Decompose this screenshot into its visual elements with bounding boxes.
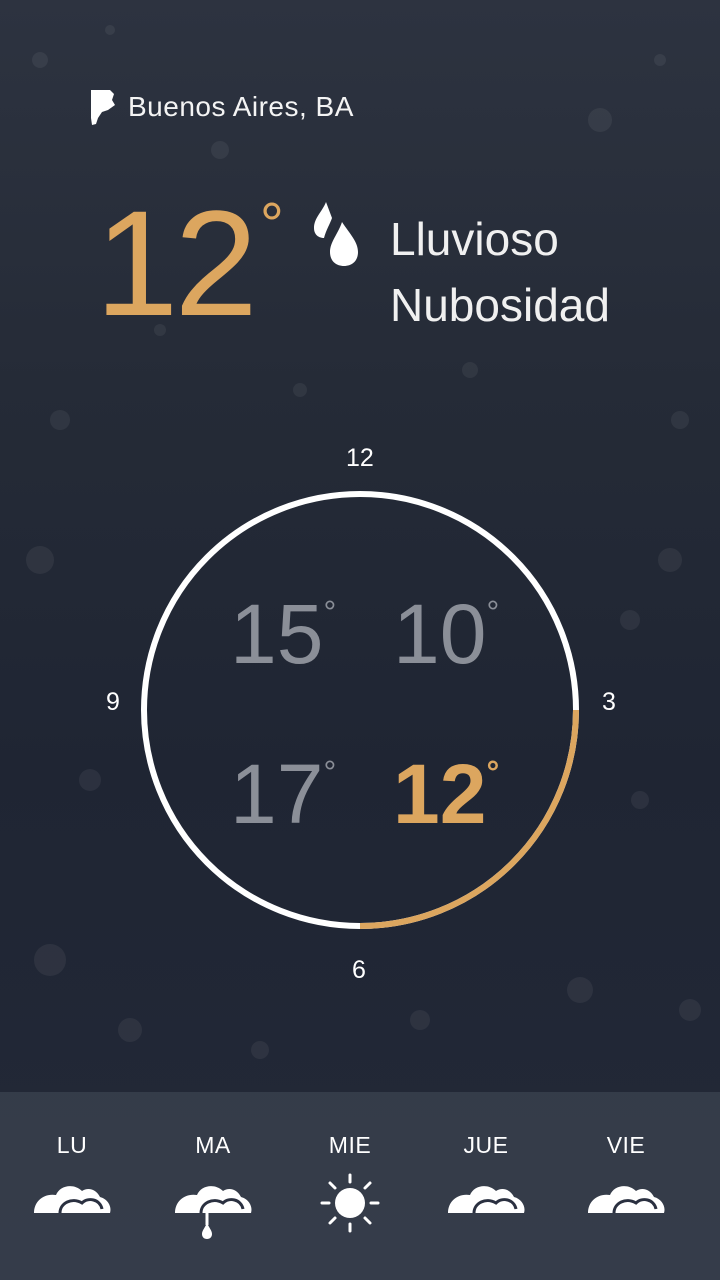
degree-symbol: ° xyxy=(259,191,284,258)
cloud-icon xyxy=(448,1186,525,1214)
clock-label-12: 12 xyxy=(346,444,374,472)
clock-label-9: 9 xyxy=(106,688,120,716)
clock-label-6: 6 xyxy=(352,956,366,984)
quadrant-temp-top-left: 15° xyxy=(230,587,337,681)
forecast-day-ma[interactable]: MA xyxy=(153,1132,273,1239)
quadrant-temp-top-right: 10° xyxy=(393,587,500,681)
current-temperature-value: 12 xyxy=(95,179,258,347)
clock-label-3: 3 xyxy=(602,688,616,716)
forecast-day-label: LU xyxy=(56,1132,88,1158)
forecast-day-mie[interactable]: MIE xyxy=(290,1132,410,1233)
current-temperature: 12 ° xyxy=(95,188,284,370)
temperature-clock-ring xyxy=(141,491,579,929)
forecast-day-label: VIE xyxy=(606,1132,646,1158)
forecast-day-label: MA xyxy=(195,1132,231,1158)
forecast-day-vie[interactable]: VIE xyxy=(566,1132,686,1219)
quadrant-temp-bottom-right: 12° xyxy=(393,747,500,841)
cloud-icon xyxy=(34,1186,111,1214)
forecast-day-jue[interactable]: JUE xyxy=(426,1132,546,1219)
condition-text: Lluvioso Nubosidad xyxy=(390,206,610,338)
buenos-aires-province-icon xyxy=(91,90,115,125)
sun-icon xyxy=(320,1173,380,1233)
condition-line-1: Lluvioso xyxy=(390,213,559,265)
forecast-day-lu[interactable]: LU xyxy=(12,1132,132,1219)
forecast-day-label: JUE xyxy=(463,1132,509,1158)
rain-cloud-icon xyxy=(175,1186,252,1239)
quadrant-temp-bottom-left: 17° xyxy=(230,747,337,841)
location[interactable]: Buenos Aires, BA xyxy=(88,88,354,126)
forecast-day-label: MIE xyxy=(328,1132,372,1158)
forecast-bar: LU MA MIE JUE VIE xyxy=(0,1092,720,1280)
condition-line-2: Nubosidad xyxy=(390,279,610,331)
location-name: Buenos Aires, BA xyxy=(128,91,354,122)
raindrop-icon xyxy=(314,202,358,266)
cloud-icon xyxy=(588,1186,665,1214)
